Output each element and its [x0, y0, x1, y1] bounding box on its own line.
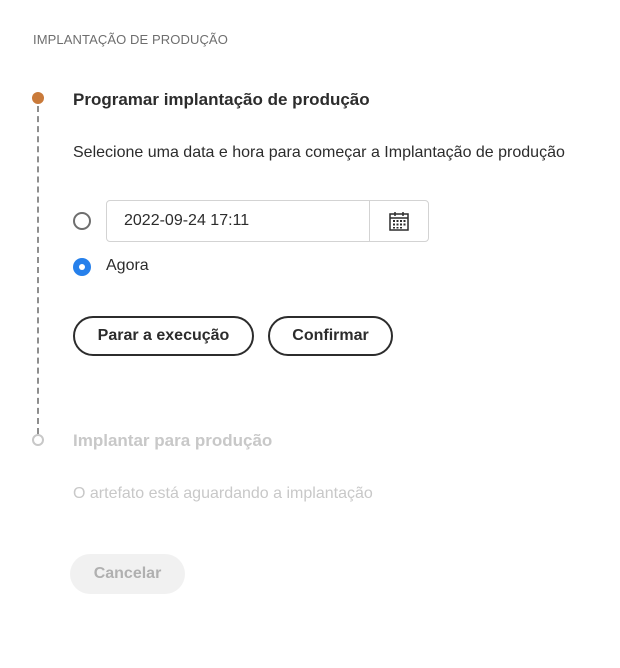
radio-now-label[interactable]: Agora [106, 257, 149, 275]
step-indicator-inactive [32, 434, 44, 446]
datetime-value[interactable]: 2022-09-24 17:11 [124, 212, 249, 230]
calendar-button[interactable] [369, 201, 428, 241]
step-description-schedule: Selecione uma data e hora para começar a… [73, 144, 565, 161]
step-title-deploy: Implantar para produção [73, 431, 273, 450]
datetime-field[interactable]: 2022-09-24 17:11 [106, 200, 429, 242]
radio-schedule-date[interactable] [73, 212, 91, 230]
step-description-deploy: O artefato está aguardando a implantação [73, 485, 373, 502]
radio-now[interactable] [73, 258, 91, 276]
step-indicator-active [32, 92, 44, 104]
confirm-button[interactable]: Confirmar [268, 316, 393, 356]
calendar-icon [389, 212, 409, 231]
cancel-button[interactable]: Cancelar [70, 554, 185, 594]
step-title-schedule: Programar implantação de produção [73, 90, 370, 109]
timeline-connector [37, 106, 39, 434]
stop-execution-button[interactable]: Parar a execução [73, 316, 254, 356]
section-title: IMPLANTAÇÃO DE PRODUÇÃO [33, 32, 228, 47]
